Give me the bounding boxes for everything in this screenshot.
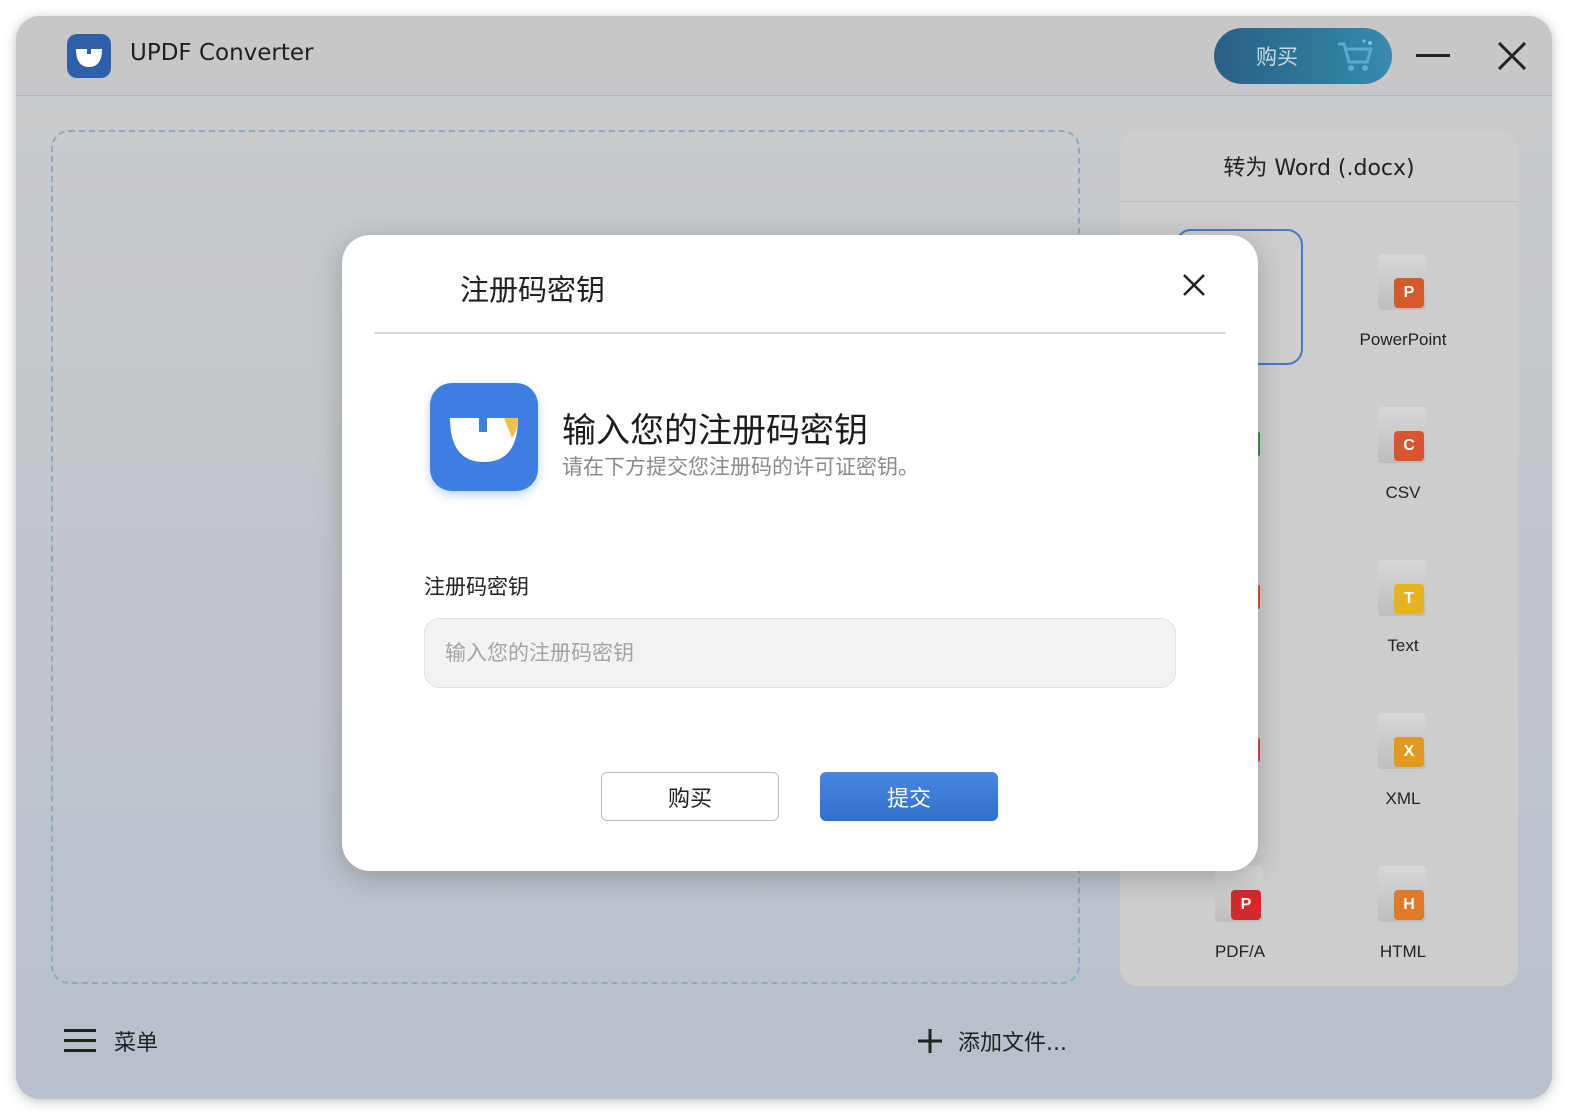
window-close-button[interactable] <box>1496 40 1528 72</box>
format-text[interactable]: T Text <box>1338 540 1468 670</box>
registration-key-input[interactable] <box>424 618 1176 688</box>
format-html[interactable]: H HTML <box>1338 846 1468 976</box>
format-label: CSV <box>1385 483 1421 502</box>
format-label: XML <box>1385 789 1421 808</box>
minimize-button[interactable] <box>1416 54 1450 57</box>
divider <box>374 332 1226 334</box>
html-badge-icon: H <box>1394 890 1424 920</box>
buy-button-label: 购买 <box>1256 45 1298 69</box>
menu-button[interactable]: 菜单 <box>64 1025 158 1057</box>
xml-badge-icon: X <box>1394 737 1424 767</box>
powerpoint-badge-icon: P <box>1394 278 1424 308</box>
app-title: UPDF Converter <box>130 40 314 66</box>
dialog-close-button[interactable] <box>1180 271 1208 299</box>
buy-button[interactable]: 购买 <box>1214 28 1392 84</box>
add-file-button[interactable]: 添加文件... <box>916 1025 1067 1057</box>
close-icon <box>1183 274 1205 296</box>
format-label: PowerPoint <box>1359 330 1447 349</box>
text-badge-icon: T <box>1394 584 1424 614</box>
format-powerpoint[interactable]: P PowerPoint <box>1338 234 1468 364</box>
field-label: 注册码密钥 <box>424 575 529 599</box>
dialog-subtitle: 请在下方提交您注册码的许可证密钥。 <box>562 455 919 479</box>
pdfa-badge-icon: P <box>1231 890 1261 920</box>
dialog-title: 注册码密钥 <box>460 273 606 307</box>
hamburger-icon <box>64 1029 96 1052</box>
panel-header: 转为 Word (.docx) <box>1120 130 1518 202</box>
updf-logo-icon <box>67 34 111 78</box>
format-label: PDF/A <box>1214 942 1266 961</box>
bottom-bar: 菜单 添加文件... <box>16 1001 1552 1081</box>
close-icon <box>1497 41 1527 71</box>
submit-button[interactable]: 提交 <box>820 772 998 821</box>
format-label: Text <box>1387 636 1419 655</box>
format-label: HTML <box>1379 942 1427 961</box>
menu-label: 菜单 <box>114 1031 159 1056</box>
add-file-label: 添加文件... <box>958 1031 1067 1056</box>
registration-dialog: 注册码密钥 输入您的注册码密钥 请在下方提交您注册码的许可证密钥。 注册码密钥 … <box>342 235 1258 871</box>
updf-logo-icon <box>430 383 538 491</box>
cart-icon <box>1334 38 1376 78</box>
plus-icon <box>918 1029 942 1053</box>
format-xml[interactable]: X XML <box>1338 693 1468 823</box>
format-csv[interactable]: C CSV <box>1338 387 1468 517</box>
dialog-buy-button[interactable]: 购买 <box>601 772 779 821</box>
title-bar: UPDF Converter 购买 <box>16 16 1552 96</box>
csv-badge-icon: C <box>1394 431 1424 461</box>
dialog-heading: 输入您的注册码密钥 <box>562 411 868 451</box>
